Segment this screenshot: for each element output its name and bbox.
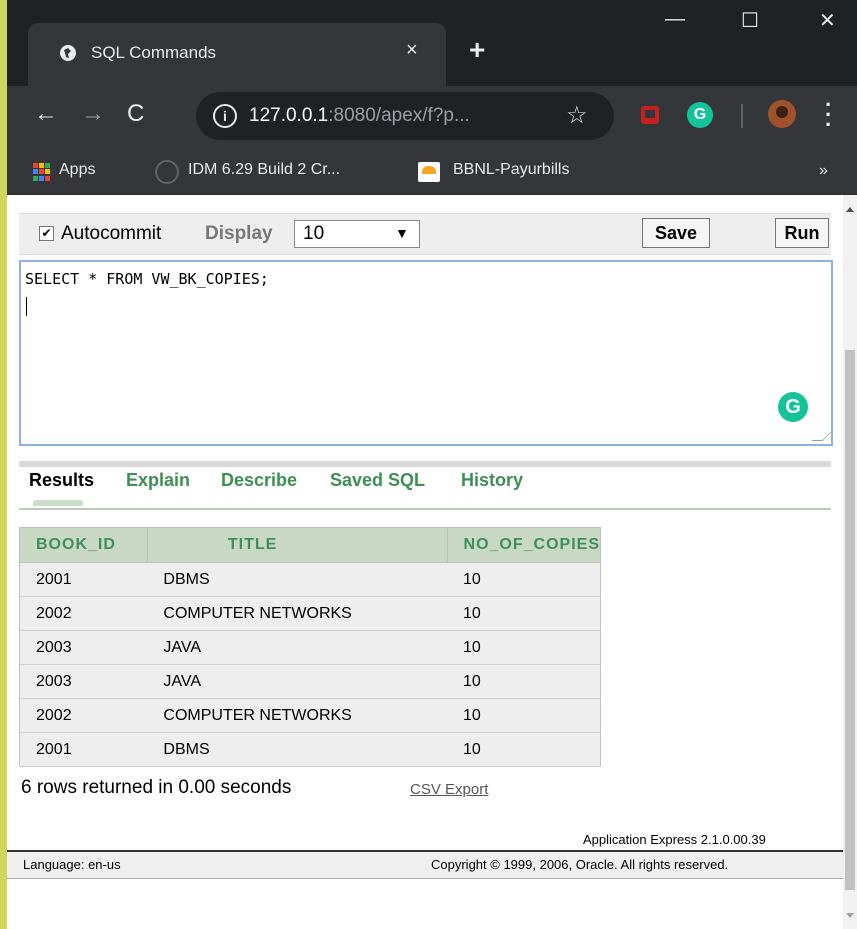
csv-export-link[interactable]: CSV Export xyxy=(410,781,488,798)
close-window-button[interactable]: ✕ xyxy=(819,8,836,33)
cell-book-id: 2002 xyxy=(19,596,148,631)
table-header-row: BOOK_ID TITLE NO_OF_COPIES xyxy=(19,527,602,563)
bookmarks-bar: Apps IDM 6.29 Build 2 Cr... BBNL-Payurbi… xyxy=(7,150,857,195)
display-select-value: 10 xyxy=(303,223,325,244)
tab-results[interactable]: Results xyxy=(29,470,94,491)
url-path: :8080/apex/f?p... xyxy=(328,105,470,126)
display-label: Display xyxy=(205,223,273,244)
cell-copies: 10 xyxy=(447,596,602,631)
table-row: 2001 DBMS 10 xyxy=(19,562,602,597)
cell-book-id: 2003 xyxy=(19,630,148,665)
cell-copies: 10 xyxy=(447,664,602,699)
tab-describe[interactable]: Describe xyxy=(221,470,297,491)
address-toolbar: ← → C i 127.0.0.1:8080/apex/f?p... ☆ G ·… xyxy=(7,86,857,150)
table-row: 2001 DBMS 10 xyxy=(19,732,602,767)
sql-editor[interactable]: SELECT * FROM VW_BK_COPIES; G xyxy=(19,260,834,446)
idm-bookmark-icon xyxy=(155,160,179,184)
profile-avatar[interactable] xyxy=(768,100,796,128)
bookmark-star-icon[interactable]: ☆ xyxy=(566,101,588,130)
globe-icon xyxy=(60,45,76,61)
table-row: 2002 COMPUTER NETWORKS 10 xyxy=(19,698,602,733)
page-footer: Language: en-us Copyright © 1999, 2006, … xyxy=(7,850,843,879)
result-tabs: Results Explain Describe Saved SQL Histo… xyxy=(19,470,831,510)
grammarly-icon[interactable]: G xyxy=(778,392,808,422)
cell-copies: 10 xyxy=(447,562,602,597)
apex-version: Application Express 2.1.0.00.39 xyxy=(583,832,766,847)
tab-underline xyxy=(19,508,831,510)
cell-title: DBMS xyxy=(147,732,448,767)
browser-tab[interactable]: SQL Commands × xyxy=(28,23,446,86)
cell-copies: 10 xyxy=(447,698,602,733)
forward-icon[interactable]: → xyxy=(81,102,105,126)
page-scrollbar[interactable] xyxy=(843,195,857,929)
bookmark-apps[interactable]: Apps xyxy=(59,161,95,179)
cell-title: COMPUTER NETWORKS xyxy=(147,596,448,631)
ublock-extension-icon[interactable] xyxy=(641,106,659,124)
table-row: 2002 COMPUTER NETWORKS 10 xyxy=(19,596,602,631)
scroll-up-icon[interactable] xyxy=(846,207,854,212)
command-toolbar: ✔ Autocommit Display 10 ▼ Save Run xyxy=(19,213,831,255)
sql-text: SELECT * FROM VW_BK_COPIES; xyxy=(25,270,269,288)
grammarly-extension-icon[interactable]: G xyxy=(687,102,713,128)
cell-book-id: 2001 xyxy=(19,732,148,767)
browser-window: SQL Commands × + — ☐ ✕ ← → C i 127.0.0.1… xyxy=(0,0,857,929)
active-tab-indicator xyxy=(33,500,83,506)
tab-explain[interactable]: Explain xyxy=(126,470,190,491)
cell-title: JAVA xyxy=(147,630,448,665)
toolbar-separator xyxy=(741,104,743,128)
run-button[interactable]: Run xyxy=(775,218,829,248)
cell-book-id: 2001 xyxy=(19,562,148,597)
bbnl-bookmark-icon xyxy=(418,162,440,182)
window-edge xyxy=(0,0,7,929)
display-select[interactable]: 10 ▼ xyxy=(294,220,420,248)
apps-grid-icon[interactable] xyxy=(33,163,51,181)
column-header: NO_OF_COPIES xyxy=(446,527,602,563)
scroll-thumb[interactable] xyxy=(845,350,855,890)
page-content: ✔ Autocommit Display 10 ▼ Save Run SELEC… xyxy=(7,195,843,929)
address-bar[interactable]: i 127.0.0.1:8080/apex/f?p... ☆ xyxy=(196,92,614,140)
cell-title: JAVA xyxy=(147,664,448,699)
scroll-down-icon[interactable] xyxy=(846,913,854,918)
tab-close-button[interactable]: × xyxy=(406,39,418,62)
cell-book-id: 2002 xyxy=(19,698,148,733)
autocommit-label: Autocommit xyxy=(61,223,162,244)
browser-menu-icon[interactable]: · · · xyxy=(825,94,832,136)
text-caret xyxy=(26,297,27,316)
table-row: 2003 JAVA 10 xyxy=(19,664,602,699)
column-header: TITLE xyxy=(146,527,448,563)
back-icon[interactable]: ← xyxy=(34,102,58,126)
title-bar: SQL Commands × + — ☐ ✕ xyxy=(7,0,857,86)
bookmark-idm[interactable]: IDM 6.29 Build 2 Cr... xyxy=(188,161,340,179)
maximize-button[interactable]: ☐ xyxy=(741,8,759,33)
language-label: Language: en-us xyxy=(23,857,121,872)
cell-copies: 10 xyxy=(447,630,602,665)
autocommit-checkbox[interactable]: ✔ xyxy=(39,226,54,241)
table-row: 2003 JAVA 10 xyxy=(19,630,602,665)
chevron-down-icon: ▼ xyxy=(395,225,409,241)
cell-book-id: 2003 xyxy=(19,664,148,699)
url-host: 127.0.0.1 xyxy=(249,105,329,126)
copyright-text: Copyright © 1999, 2006, Oracle. All righ… xyxy=(431,857,729,872)
save-button[interactable]: Save xyxy=(642,218,710,248)
section-divider xyxy=(19,461,831,467)
bookmark-bbnl[interactable]: BBNL-Payurbills xyxy=(453,161,569,179)
tab-history[interactable]: History xyxy=(461,470,523,491)
cell-title: COMPUTER NETWORKS xyxy=(147,698,448,733)
tab-saved-sql[interactable]: Saved SQL xyxy=(330,470,425,491)
column-header: BOOK_ID xyxy=(19,527,148,563)
minimize-button[interactable]: — xyxy=(665,8,685,31)
url-text[interactable]: 127.0.0.1:8080/apex/f?p... xyxy=(249,105,470,127)
info-icon[interactable]: i xyxy=(213,104,237,128)
resize-grip-icon[interactable] xyxy=(811,430,834,441)
rows-returned-info: 6 rows returned in 0.00 seconds xyxy=(21,777,292,798)
tab-title: SQL Commands xyxy=(91,43,217,62)
new-tab-button[interactable]: + xyxy=(469,36,485,64)
more-bookmarks-button[interactable]: » xyxy=(819,162,828,180)
cell-title: DBMS xyxy=(147,562,448,597)
reload-icon[interactable]: C xyxy=(127,102,144,126)
cell-copies: 10 xyxy=(447,732,602,767)
results-table: BOOK_ID TITLE NO_OF_COPIES 2001 DBMS 10 … xyxy=(19,527,602,767)
